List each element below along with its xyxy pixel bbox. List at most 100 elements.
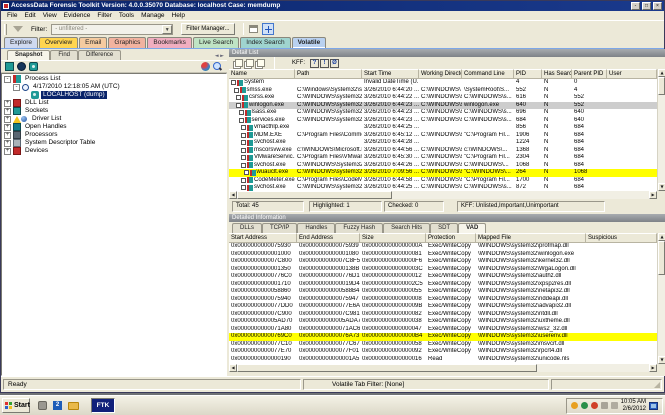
scroll-down-icon[interactable]: ▼ <box>658 356 665 364</box>
tab-bookmarks[interactable]: Bookmarks <box>147 37 192 48</box>
scroll-thumb[interactable] <box>237 364 537 372</box>
row-checkbox[interactable] <box>241 147 246 153</box>
tray-alert-icon[interactable] <box>590 402 598 409</box>
vad-row[interactable]: 0x0000000000075930 0x0000000000075939 0x00… <box>229 243 657 251</box>
process-horizontal-scrollbar[interactable]: ◀ ▶ <box>229 191 665 199</box>
process-vertical-scrollbar[interactable]: ▲ ▼ <box>657 69 665 191</box>
network-icon[interactable] <box>649 401 658 410</box>
taskbar-ftk-button[interactable]: FTK <box>91 398 115 413</box>
kff-button-2[interactable]: Ø <box>330 58 339 68</box>
tab-graphics[interactable]: Graphics <box>108 37 147 48</box>
row-checkbox[interactable] <box>236 95 241 101</box>
expander-icon[interactable]: + <box>4 99 11 107</box>
menu-edit[interactable]: Edit <box>21 11 38 20</box>
row-checkbox[interactable] <box>241 177 246 183</box>
row-checkbox[interactable] <box>238 110 244 116</box>
row-checkbox[interactable] <box>241 132 246 138</box>
ditab-dlls[interactable]: DLLs <box>232 223 263 233</box>
column-header-suspicious[interactable]: Suspicious <box>586 233 657 243</box>
row-checkbox[interactable] <box>241 140 246 146</box>
filter-dropdown[interactable]: - unfiltered - ▼ <box>51 23 174 35</box>
scroll-up-icon[interactable]: ▲ <box>658 69 665 77</box>
column-header-name[interactable]: Name <box>229 69 295 79</box>
resize-grip[interactable] <box>654 382 660 388</box>
quicklaunch-folder-icon[interactable] <box>68 401 79 410</box>
menu-file[interactable]: File <box>4 11 20 20</box>
process-row[interactable]: svchost.exeC:\WINDOWS\system32\s...3/26/… <box>229 184 657 191</box>
vad-row[interactable]: 0x0000000000077E70 0x0000000000077F01 0x00… <box>229 348 657 356</box>
kff-button-1[interactable]: ! <box>320 58 329 68</box>
column-header-protection[interactable]: Protection <box>426 233 476 243</box>
scroll-thumb[interactable] <box>658 77 665 95</box>
expander-icon[interactable]: + <box>4 131 11 139</box>
row-checkbox[interactable] <box>241 125 246 131</box>
column-header-start-time[interactable]: Start Time <box>362 69 419 79</box>
process-row[interactable]: VMwareServic...C:\Program Files\VMware\.… <box>229 154 657 162</box>
search-icon[interactable] <box>213 61 223 72</box>
subtab-find[interactable]: Find <box>50 50 79 60</box>
tree-item-open-handles[interactable]: + Open Handles <box>2 123 226 131</box>
vad-row[interactable]: 0x0000000000001000 0x0000000000001080 0x00… <box>229 251 657 259</box>
row-checkbox[interactable] <box>238 117 244 123</box>
column-header-end-address[interactable]: End Address <box>297 233 360 243</box>
vad-row[interactable]: 0x000000000007C800 0x000000000007C8F5 0x00… <box>229 258 657 266</box>
tab-live-search[interactable]: Live Search <box>192 37 240 48</box>
column-header-mapped-file[interactable]: Mapped File <box>476 233 586 243</box>
vad-horizontal-scrollbar[interactable]: ◀ ▶ <box>229 364 665 372</box>
kff-button-0[interactable]: ? <box>310 58 319 68</box>
copy-list-icon[interactable] <box>233 58 243 69</box>
tree-item-localhost-dump[interactable]: LOCALHOST (dump) <box>2 91 226 99</box>
start-button[interactable]: Start <box>2 398 30 413</box>
subtab-difference[interactable]: Difference <box>78 50 122 60</box>
pane-layout-icon[interactable] <box>248 25 258 33</box>
maximize-button[interactable]: □ <box>642 2 651 10</box>
scroll-left-icon[interactable]: ◀ <box>229 191 237 199</box>
subtab-snapshot[interactable]: Snapshot <box>7 50 51 60</box>
tray-ball-icon[interactable] <box>570 402 578 409</box>
scroll-up-icon[interactable]: ▲ <box>658 233 665 241</box>
filter-manager-button[interactable]: Filter Manager... <box>181 23 235 35</box>
row-checkbox[interactable] <box>241 185 246 191</box>
vad-row[interactable]: 0x000000000005AD70 0x000000000005ADA7 0x00… <box>229 318 657 326</box>
expander-icon[interactable]: + <box>4 147 11 155</box>
snapshot-camera-icon[interactable] <box>29 62 38 71</box>
column-header-command-line[interactable]: Command Line <box>462 69 514 79</box>
expander-icon[interactable]: + <box>4 139 11 147</box>
tree-item-devices[interactable]: + Devices <box>2 147 226 155</box>
ditab-handles[interactable]: Handles <box>297 223 336 233</box>
quicklaunch-device-icon[interactable] <box>38 401 47 410</box>
filter-dropdown-arrow-icon[interactable]: ▼ <box>162 24 173 34</box>
process-row[interactable]: CodeMeter.exeC:\Program Files\CodeMet...… <box>229 177 657 185</box>
column-header-has-searc[interactable]: Has Searc... <box>542 69 572 79</box>
copy-special-icon[interactable] <box>244 58 254 69</box>
process-row[interactable]: svchost.exeC:\WINDOWS\System32\...3/26/2… <box>229 162 657 170</box>
vad-row[interactable]: 0x00000000000776C0 0x00000000000776D1 0x00… <box>229 273 657 281</box>
process-row[interactable]: System Invalid DateTime (U... 4 N 0 <box>229 79 657 87</box>
tab-email[interactable]: Email <box>79 37 108 48</box>
menu-manage[interactable]: Manage <box>138 11 168 20</box>
scroll-right-icon[interactable]: ▶ <box>649 364 657 372</box>
tree-item-driver-list[interactable]: + Driver List <box>2 115 226 123</box>
scroll-thumb[interactable] <box>658 241 665 275</box>
column-header-user[interactable]: User <box>607 69 657 79</box>
row-checkbox[interactable] <box>243 170 249 176</box>
column-header-parent-pid[interactable]: Parent PID <box>572 69 607 79</box>
export-list-icon[interactable] <box>255 58 265 69</box>
snapshot-clock-icon[interactable] <box>17 62 26 71</box>
menu-view[interactable]: View <box>40 11 60 20</box>
tray-globe-icon[interactable] <box>580 402 588 409</box>
tree-item-processors[interactable]: + Processors <box>2 131 226 139</box>
expander-icon[interactable]: + <box>4 123 11 131</box>
vad-row[interactable]: 0x0000000000001350 0x000000000000138B 0x00… <box>229 266 657 274</box>
tray-flag-icon[interactable] <box>600 402 608 409</box>
expander-icon[interactable]: - <box>13 83 20 91</box>
scroll-right-icon[interactable]: ▶ <box>649 191 657 199</box>
titlebar[interactable]: AccessData Forensic Toolkit Version: 4.0… <box>1 1 664 11</box>
tab-scroll-arrows[interactable]: ◄ ► <box>215 53 224 59</box>
close-button[interactable]: × <box>653 2 662 10</box>
process-row[interactable]: services.exeC:\WINDOWS\system32\s...3/26… <box>229 117 657 125</box>
column-header-working-directory[interactable]: Working Directory <box>419 69 462 79</box>
expander-icon[interactable]: - <box>4 75 11 83</box>
tab-explore[interactable]: Explore <box>4 37 39 48</box>
vad-row[interactable]: 0x0000000000075940 0x0000000000075947 0x00… <box>229 296 657 304</box>
